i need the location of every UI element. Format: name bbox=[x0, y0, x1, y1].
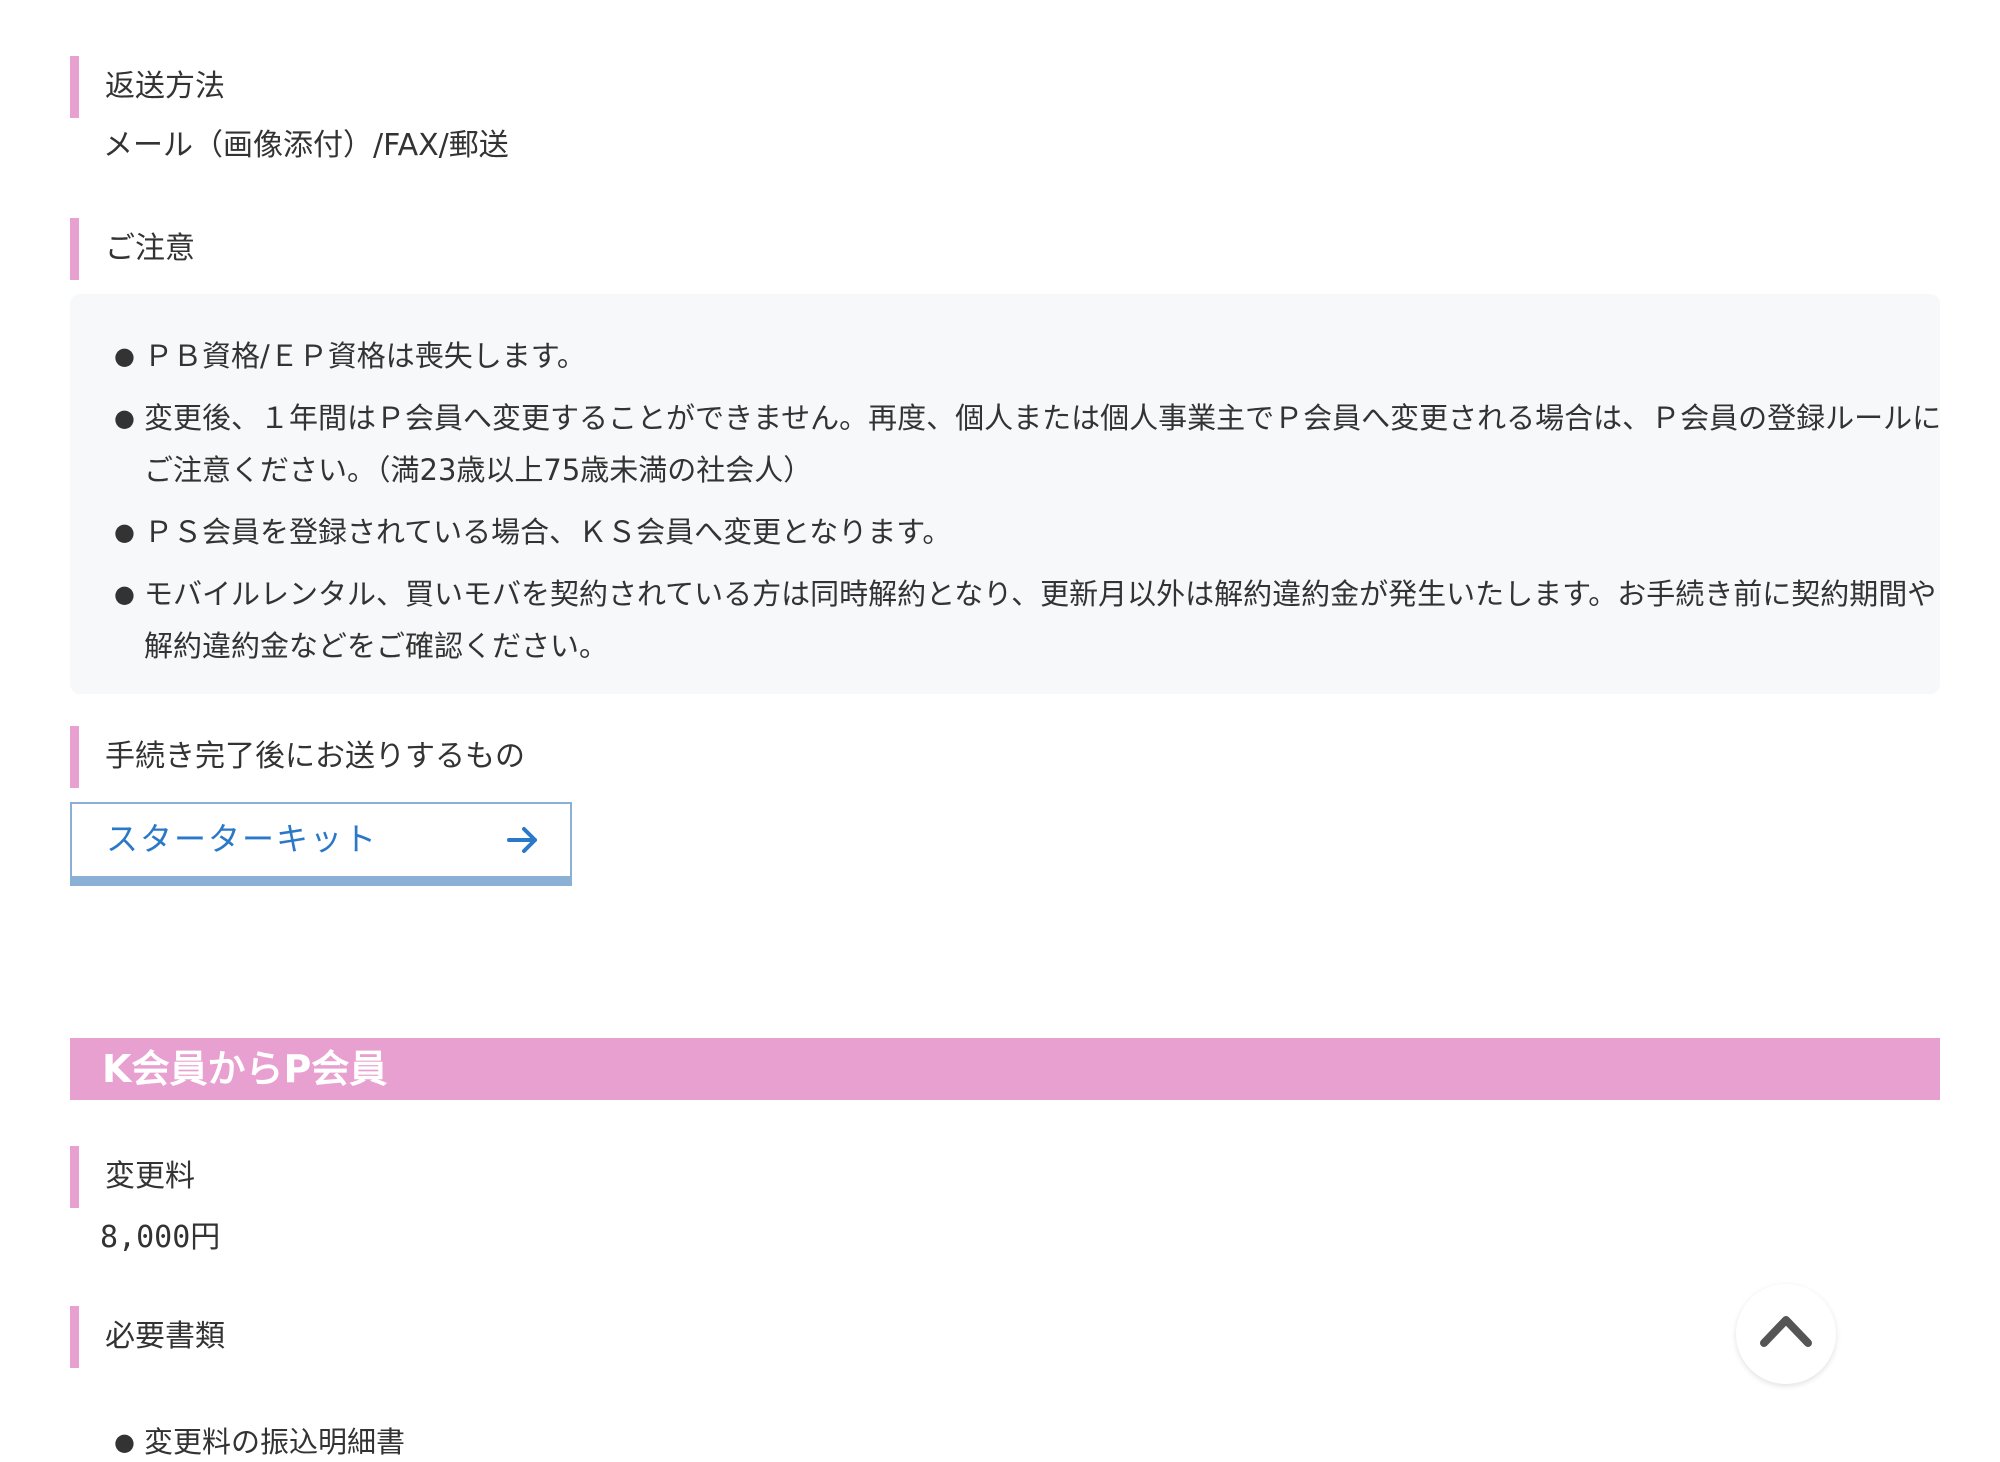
back-to-top-button[interactable] bbox=[1736, 1284, 1836, 1384]
bullet-icon: ● bbox=[114, 1428, 135, 1456]
bullet-icon: ● bbox=[114, 580, 135, 608]
caution-item-text: ＰＢ資格/ＥＰ資格は喪失します。 bbox=[144, 339, 586, 373]
caution-item: ● 変更後、１年間はＰ会員へ変更することができません。再度、個人または個人事業主… bbox=[114, 392, 1964, 496]
caution-notes-box: ● ＰＢ資格/ＥＰ資格は喪失します。 ● 変更後、１年間はＰ会員へ変更することが… bbox=[70, 294, 1941, 694]
k-to-p-heading: K会員からP会員 bbox=[102, 1047, 388, 1091]
required-doc-text: 変更料の振込明細書 bbox=[144, 1425, 406, 1459]
arrow-right-icon bbox=[507, 827, 537, 853]
bullet-icon: ● bbox=[114, 342, 135, 370]
required-doc-item: ● 変更料の振込明細書 bbox=[114, 1422, 406, 1462]
caution-label: ご注意 bbox=[70, 218, 195, 280]
fee-value: 8,000円 bbox=[100, 1220, 221, 1255]
return-method-value: メール（画像添付）/FAX/郵送 bbox=[103, 128, 509, 163]
required-docs-label: 必要書類 bbox=[70, 1306, 225, 1368]
bullet-icon: ● bbox=[114, 404, 135, 432]
fee-label: 変更料 bbox=[70, 1146, 195, 1208]
caution-item-text: 変更後、１年間はＰ会員へ変更することができません。再度、個人または個人事業主でＰ… bbox=[144, 401, 1942, 487]
chevron-up-icon bbox=[1760, 1316, 1812, 1347]
caution-item: ● ＰＢ資格/ＥＰ資格は喪失します。 bbox=[114, 330, 1964, 382]
k-to-p-heading-bar: K会員からP会員 bbox=[70, 1038, 1940, 1100]
caution-item: ● ＰＳ会員を登録されている場合、ＫＳ会員へ変更となります。 bbox=[114, 506, 1964, 558]
caution-item-text: ＰＳ会員を登録されている場合、ＫＳ会員へ変更となります。 bbox=[144, 515, 952, 549]
starter-kit-label: スターターキット bbox=[106, 820, 379, 858]
starter-kit-link[interactable]: スターターキット bbox=[70, 802, 572, 886]
bullet-icon: ● bbox=[114, 518, 135, 546]
caution-item: ● モバイルレンタル、買いモバを契約されている方は同時解約となり、更新月以外は解… bbox=[114, 568, 1964, 672]
caution-item-text: モバイルレンタル、買いモバを契約されている方は同時解約となり、更新月以外は解約違… bbox=[144, 577, 1937, 663]
return-method-label: 返送方法 bbox=[70, 56, 225, 118]
after-procedure-label: 手続き完了後にお送りするもの bbox=[70, 726, 525, 788]
